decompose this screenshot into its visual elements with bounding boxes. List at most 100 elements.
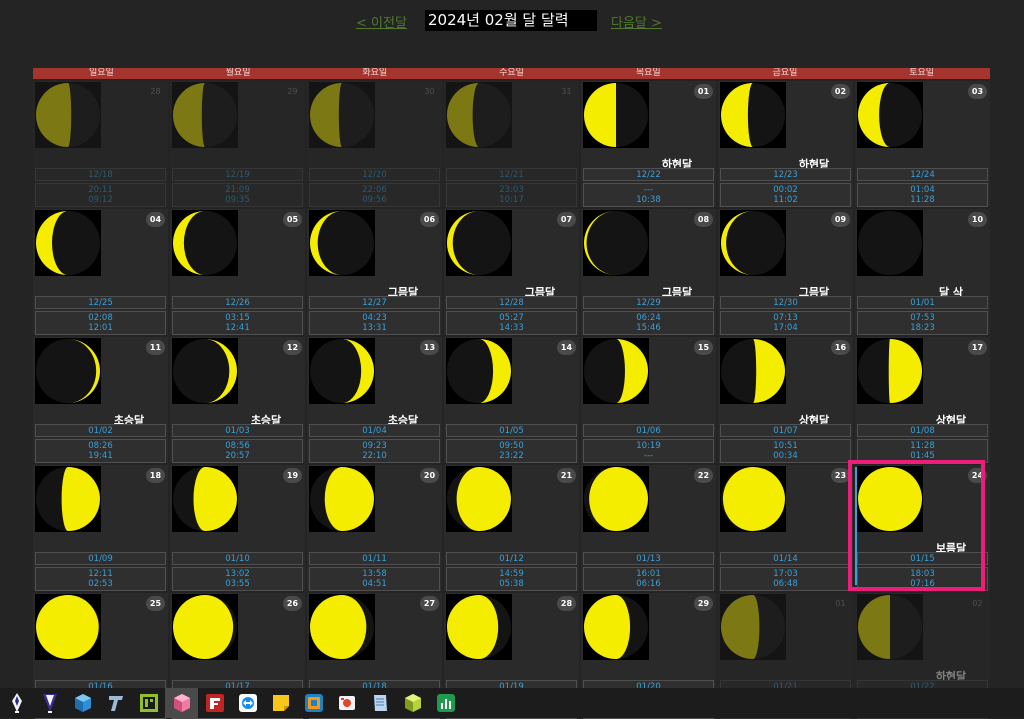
day-cell[interactable]: 02 하현달 12/23 00:02 11:02 bbox=[718, 81, 853, 207]
day-cell[interactable]: 06 그믐달 12/27 04:23 13:31 bbox=[307, 209, 442, 335]
day-cell[interactable]: 21 01/12 14:59 05:38 bbox=[444, 465, 579, 591]
day-number: 19 bbox=[283, 468, 302, 483]
lunar-date: 12/26 bbox=[172, 296, 303, 309]
moon-times: 16:01 06:16 bbox=[583, 567, 714, 591]
day-cell[interactable]: 12 초승달 01/03 08:56 20:57 bbox=[170, 337, 305, 463]
window-manager-icon[interactable] bbox=[297, 688, 330, 718]
day-cell[interactable]: 15 01/06 10:19 --- bbox=[581, 337, 716, 463]
day-cell[interactable]: 23 01/14 17:03 06:48 bbox=[718, 465, 853, 591]
day-cell[interactable]: 08 그믐달 12/29 06:24 15:46 bbox=[581, 209, 716, 335]
moon-times: 05:27 14:33 bbox=[446, 311, 577, 335]
day-number: 18 bbox=[146, 468, 165, 483]
moon-times: 13:02 03:55 bbox=[172, 567, 303, 591]
day-cell[interactable]: 11 초승달 01/02 08:26 19:41 bbox=[33, 337, 168, 463]
day-number: 28 bbox=[150, 87, 161, 96]
day-cell[interactable]: 01 하현달 12/22 --- 10:38 bbox=[581, 81, 716, 207]
day-number: 29 bbox=[694, 596, 713, 611]
lunar-date: 12/20 bbox=[309, 168, 440, 181]
moon-phase-image bbox=[172, 82, 238, 148]
day-cell[interactable]: 13 초승달 01/04 09:23 22:10 bbox=[307, 337, 442, 463]
task-monitor-icon[interactable] bbox=[429, 688, 462, 718]
moonrise-time: 08:56 bbox=[225, 441, 250, 451]
day-cell[interactable]: 29 12/19 21:09 09:35 bbox=[170, 81, 305, 207]
moonset-time: 19:41 bbox=[88, 451, 113, 461]
moonset-time: 02:53 bbox=[88, 579, 113, 589]
day-cell[interactable]: 22 01/13 16:01 06:16 bbox=[581, 465, 716, 591]
moonset-time: 01:45 bbox=[910, 451, 935, 461]
pen-tool-alt-icon[interactable] bbox=[33, 688, 66, 718]
day-cell[interactable]: 04 12/25 02:08 12:01 bbox=[33, 209, 168, 335]
moonset-time: 22:10 bbox=[362, 451, 387, 461]
day-cell[interactable]: 16 상현달 01/07 10:51 00:34 bbox=[718, 337, 853, 463]
lunar-date: 01/04 bbox=[309, 424, 440, 437]
weekday-tuesday: 화요일 bbox=[362, 68, 388, 78]
prev-month-link[interactable]: < 이전달 bbox=[356, 12, 407, 31]
day-cell[interactable]: 18 01/09 12:11 02:53 bbox=[33, 465, 168, 591]
day-cell[interactable]: 20 01/11 13:58 04:51 bbox=[307, 465, 442, 591]
moon-times: 08:26 19:41 bbox=[35, 439, 166, 463]
next-month-link[interactable]: 다음달 > bbox=[611, 12, 662, 31]
day-cell[interactable]: 19 01/10 13:02 03:55 bbox=[170, 465, 305, 591]
teamviewer-icon[interactable] bbox=[231, 688, 264, 718]
lunar-date: 01/09 bbox=[35, 552, 166, 565]
moon-times: 18:03 07:16 bbox=[857, 567, 988, 591]
moonset-time: 17:04 bbox=[773, 323, 798, 333]
cube-app-icon[interactable] bbox=[66, 688, 99, 718]
pen-tool-icon[interactable] bbox=[0, 688, 33, 718]
moonset-time: 14:33 bbox=[499, 323, 524, 333]
moonrise-time: 20:11 bbox=[88, 185, 113, 195]
day-cell[interactable]: 14 01/05 09:50 23:22 bbox=[444, 337, 579, 463]
moon-phase-image bbox=[35, 338, 101, 404]
moonrise-time: 13:02 bbox=[225, 569, 250, 579]
day-cell[interactable]: 30 12/20 22:06 09:56 bbox=[307, 81, 442, 207]
typora-icon[interactable] bbox=[99, 688, 132, 718]
day-number: 01 bbox=[835, 599, 846, 608]
day-number: 31 bbox=[561, 87, 572, 96]
moon-phase-image bbox=[720, 594, 786, 660]
weekday-thursday: 목요일 bbox=[635, 68, 661, 78]
day-cell[interactable]: 05 12/26 03:15 12:41 bbox=[170, 209, 305, 335]
day-cell[interactable]: 17 상현달 01/08 11:28 01:45 bbox=[855, 337, 990, 463]
moon-phase-image bbox=[857, 338, 923, 404]
moonrise-time: 03:15 bbox=[225, 313, 250, 323]
screen-capture-icon[interactable] bbox=[330, 688, 363, 718]
day-cell[interactable]: 09 그믐달 12/30 07:13 17:04 bbox=[718, 209, 853, 335]
moonset-time: 11:28 bbox=[910, 195, 935, 205]
notepad-icon[interactable] bbox=[363, 688, 396, 718]
3d-box-icon[interactable] bbox=[165, 688, 198, 718]
lunar-date: 12/29 bbox=[583, 296, 714, 309]
moon-phase-image bbox=[446, 82, 512, 148]
moonrise-time: 22:06 bbox=[362, 185, 387, 195]
day-cell[interactable]: 24 보름달 01/15 18:03 07:16 bbox=[855, 465, 990, 591]
moon-times: 22:06 09:56 bbox=[309, 183, 440, 207]
sticky-notes-icon[interactable] bbox=[264, 688, 297, 718]
day-cell[interactable]: 07 그믐달 12/28 05:27 14:33 bbox=[444, 209, 579, 335]
moonrise-time: 02:08 bbox=[88, 313, 113, 323]
moon-phase-image bbox=[857, 210, 923, 276]
filezilla-icon[interactable] bbox=[198, 688, 231, 718]
day-cell[interactable]: 28 12/18 20:11 09:12 bbox=[33, 81, 168, 207]
lunar-date: 12/24 bbox=[857, 168, 988, 181]
moon-times: 07:13 17:04 bbox=[720, 311, 851, 335]
moonrise-time: 12:11 bbox=[88, 569, 113, 579]
taskbar bbox=[0, 688, 1024, 718]
day-number: 25 bbox=[146, 596, 165, 611]
moonrise-time: 05:27 bbox=[499, 313, 524, 323]
bandizip-icon[interactable] bbox=[132, 688, 165, 718]
moon-phase-image bbox=[172, 466, 238, 532]
day-cell[interactable]: 03 12/24 01:04 11:28 bbox=[855, 81, 990, 207]
day-number: 03 bbox=[968, 84, 987, 99]
package-icon[interactable] bbox=[396, 688, 429, 718]
day-cell[interactable]: 31 12/21 23:03 10:17 bbox=[444, 81, 579, 207]
moon-phase-image bbox=[446, 210, 512, 276]
moon-phase-image bbox=[857, 82, 923, 148]
moonset-time: 07:16 bbox=[910, 579, 935, 589]
moonset-time: 09:35 bbox=[225, 195, 250, 205]
moonset-time: 06:16 bbox=[636, 579, 661, 589]
day-cell[interactable]: 10 달 삭 01/01 07:53 18:23 bbox=[855, 209, 990, 335]
day-number: 11 bbox=[146, 340, 165, 355]
lunar-date: 01/01 bbox=[857, 296, 988, 309]
day-number: 08 bbox=[694, 212, 713, 227]
moonset-time: --- bbox=[643, 451, 654, 461]
moon-phase-image bbox=[172, 338, 238, 404]
